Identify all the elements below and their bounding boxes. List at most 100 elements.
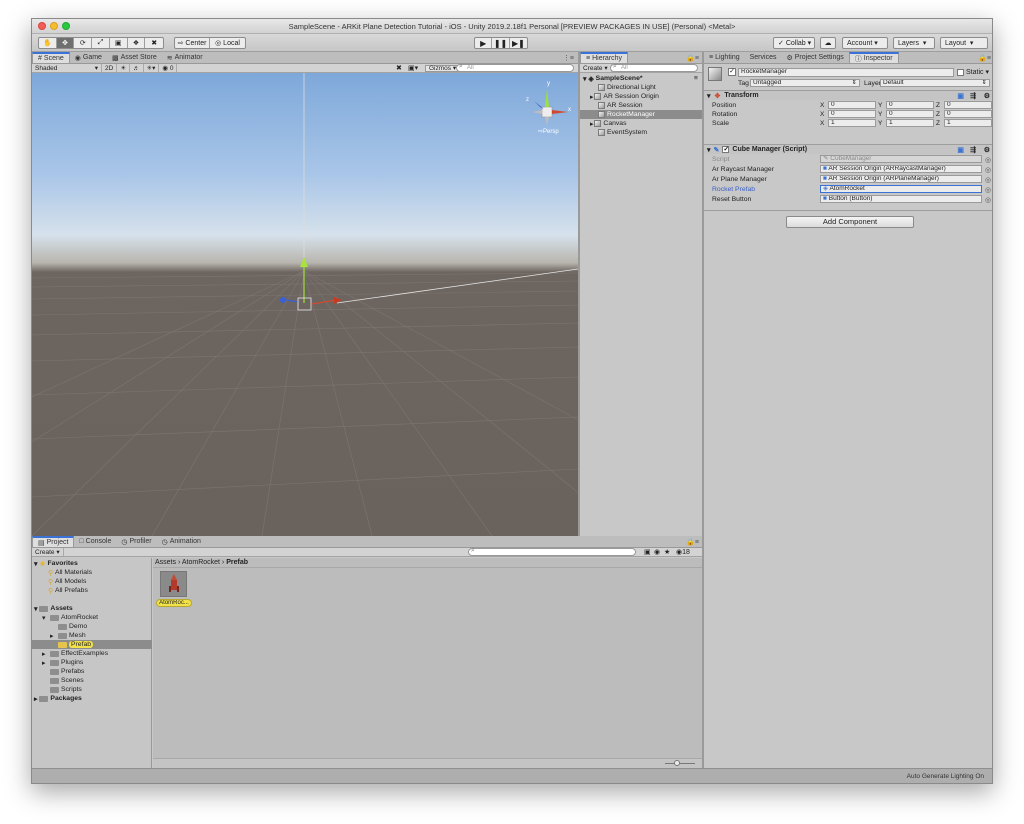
vertical-splitter[interactable] [702, 52, 704, 768]
favorite-star-icon[interactable]: ★ [664, 548, 670, 556]
axis-x-label[interactable]: X [820, 120, 824, 127]
object-reference-field[interactable]: ■ AR Session Origin (ARRaycastManager) [820, 165, 982, 173]
scene-orientation-gizmo-icon[interactable] [532, 89, 568, 125]
axis-x-label[interactable]: X [820, 111, 824, 118]
transform-y-field[interactable]: 0 [886, 110, 934, 118]
transform-y-field[interactable]: 1 [886, 119, 934, 127]
pivot-center-button[interactable]: ⇨ Center [175, 38, 211, 48]
tree-folder-item[interactable]: ▸ Mesh [50, 631, 86, 640]
pause-icon[interactable]: ❚❚ [492, 38, 510, 48]
tree-folder-item[interactable]: Scripts [42, 685, 82, 694]
hand-tool-icon[interactable]: ✋ [39, 38, 57, 48]
prefab-thumbnail[interactable] [160, 571, 187, 597]
expand-arrow-icon[interactable] [42, 668, 50, 675]
toggle-2d-button[interactable]: 2D [102, 64, 118, 72]
effects-toggle-icon[interactable]: ✳▾ [144, 64, 160, 72]
axis-y-label[interactable]: Y [878, 111, 882, 118]
tab-console[interactable]: □ Console [74, 536, 116, 547]
scene-hierarchy-splitter[interactable] [578, 52, 580, 536]
tab-project[interactable]: ▤ Project [32, 536, 75, 547]
step-icon[interactable]: ▶❚ [510, 38, 527, 48]
preset-icon[interactable]: ⇶ [970, 92, 976, 100]
project-menu-icon[interactable]: 🔒≡ [686, 538, 699, 546]
transform-x-field[interactable]: 1 [828, 119, 876, 127]
persp-label[interactable]: ⇨Persp [538, 128, 559, 135]
expand-arrow-icon[interactable] [50, 623, 58, 630]
cube-manager-header[interactable]: ▾ ✎ ✓ Cube Manager (Script) ▣ ⇶ ⚙ [704, 144, 992, 154]
object-reference-field[interactable]: ■ Button (Button) [820, 195, 982, 203]
hidden-packages-icon[interactable]: ◉18 [676, 548, 690, 556]
object-name-input[interactable]: RocketManager [738, 68, 954, 77]
inspector-menu-icon[interactable]: 🔒≡ [978, 54, 991, 62]
hierarchy-item-rocketmanager[interactable]: RocketManager [580, 110, 702, 119]
tree-folder-item[interactable]: Demo [50, 622, 87, 631]
component-settings-gear-icon[interactable]: ⚙ [984, 92, 990, 100]
preset-icon[interactable]: ⇶ [970, 146, 976, 154]
gizmos-dropdown[interactable]: Gizmos ▾ [425, 64, 461, 72]
expand-closed-icon[interactable]: ▸ [590, 93, 593, 101]
account-dropdown[interactable]: Account ▾ [842, 37, 888, 49]
tab-inspector[interactable]: ⓘ Inspector [848, 52, 899, 63]
pivot-local-button[interactable]: ◎ Local [210, 38, 245, 48]
rotate-tool-icon[interactable]: ⟳ [74, 38, 93, 48]
hierarchy-search-input[interactable]: All [610, 64, 698, 72]
tab-hierarchy[interactable]: ≡ Hierarchy [580, 52, 629, 63]
play-icon[interactable]: ▶ [475, 38, 493, 48]
expand-arrow-icon[interactable] [42, 686, 50, 693]
shading-mode-dropdown[interactable]: Shaded ▾ [32, 64, 102, 72]
transform-x-field[interactable]: 0 [828, 110, 876, 118]
filter-label-icon[interactable]: ◉ [654, 548, 660, 556]
object-picker-icon[interactable]: ◎ [985, 196, 991, 204]
filter-type-icon[interactable]: ▣ [644, 548, 651, 556]
hierarchy-item-ar-session-origin[interactable]: ▸ AR Session Origin [580, 92, 702, 101]
hierarchy-create-button[interactable]: Create ▾ [580, 64, 612, 72]
axis-y-label[interactable]: Y [878, 102, 882, 109]
tools-toggle-icon[interactable]: ✖ [396, 64, 402, 72]
hierarchy-item-ar-session[interactable]: AR Session [580, 101, 702, 110]
scene-options-icon[interactable]: ≡ [694, 75, 698, 82]
tab-animation[interactable]: ◷ Animation [157, 536, 206, 547]
axis-z-label[interactable]: Z [936, 111, 940, 118]
hierarchy-item-directional-light[interactable]: Directional Light [580, 83, 702, 92]
scene-search-input[interactable]: All [456, 64, 574, 72]
hierarchy-item-eventsystem[interactable]: EventSystem [580, 128, 702, 137]
expand-arrow-icon[interactable]: ▸ [50, 632, 58, 640]
expand-arrow-icon[interactable] [42, 677, 50, 684]
help-book-icon[interactable]: ▣ [957, 146, 964, 154]
asset-name-label[interactable]: AtomRoc... [156, 599, 192, 607]
tab-asset-store[interactable]: ▩ Asset Store [107, 52, 162, 63]
rect-tool-icon[interactable]: ▣ [110, 38, 128, 48]
tree-favorite-all-prefabs[interactable]: ⚲ All Prefabs [48, 586, 88, 595]
panel-menu-icon[interactable]: ⋮≡ [563, 54, 574, 62]
cloud-services-button[interactable]: ☁ [820, 37, 836, 49]
move-tool-icon[interactable]: ✥ [56, 38, 75, 48]
collab-dropdown[interactable]: ✓ Collab ▾ [773, 37, 815, 49]
object-reference-field[interactable]: ✎ CubeManager [820, 155, 982, 163]
tree-folder-item[interactable]: ▸ Plugins [42, 658, 83, 667]
static-toggle[interactable]: Static ▾ [957, 68, 989, 76]
object-picker-icon[interactable]: ◎ [985, 176, 991, 184]
axis-z-label[interactable]: Z [936, 120, 940, 127]
transform-header[interactable]: ▾ ✥ Transform ▣ ⇶ ⚙ [704, 90, 992, 100]
tree-folder-item[interactable]: ▸ EffectExamples [42, 649, 108, 658]
hidden-objects-icon[interactable]: ◉ 0 [159, 64, 178, 72]
project-search-input[interactable] [468, 548, 636, 556]
tree-folder-item[interactable]: ▾ AtomRocket [42, 613, 98, 622]
tab-services[interactable]: Services [745, 52, 782, 63]
tree-packages[interactable]: ▸ Packages [34, 694, 82, 703]
hierarchy-menu-icon[interactable]: 🔒≡ [686, 54, 699, 62]
object-picker-icon[interactable]: ◎ [985, 186, 991, 194]
tab-profiler[interactable]: ◷ Profiler [116, 536, 156, 547]
expand-arrow-icon[interactable]: ▸ [42, 659, 50, 667]
tag-dropdown[interactable]: Untagged ⇕ [750, 79, 860, 87]
breadcrumb-atomrocket[interactable]: AtomRocket [182, 559, 220, 566]
camera-settings-icon[interactable]: ▣▾ [408, 64, 418, 72]
hierarchy-item-canvas[interactable]: ▸ Canvas [580, 119, 702, 128]
tree-folder-item[interactable]: Prefabs [42, 667, 84, 676]
audio-toggle-icon[interactable]: ♬ [130, 64, 144, 72]
scene-viewport[interactable]: y x z ⇨Persp [32, 73, 578, 536]
transform-y-field[interactable]: 0 [886, 101, 934, 109]
tab-game[interactable]: ◉ Game [70, 52, 107, 63]
tab-project-settings[interactable]: ⚙ Project Settings [781, 52, 848, 63]
static-checkbox[interactable] [957, 68, 964, 76]
